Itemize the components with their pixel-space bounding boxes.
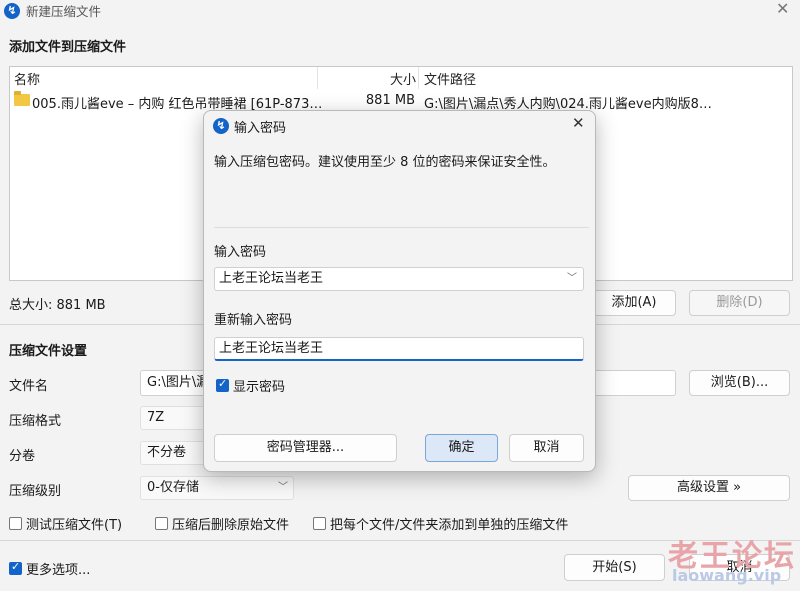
divider	[214, 227, 589, 228]
column-divider	[317, 67, 318, 89]
test-archive-checkbox[interactable]	[9, 517, 22, 530]
volume-label: 分卷	[9, 449, 36, 464]
password-label: 输入密码	[214, 245, 267, 260]
level-select[interactable]: 0-仅存储 ﹀	[140, 476, 294, 500]
delete-button[interactable]: 删除(D)	[689, 290, 790, 316]
password-manager-button[interactable]: 密码管理器...	[214, 434, 397, 462]
dialog-cancel-button[interactable]: 取消	[509, 434, 584, 462]
show-password-label: 显示密码	[233, 380, 286, 395]
chevron-down-icon: ﹀	[278, 482, 288, 493]
more-options-checkbox[interactable]	[9, 560, 22, 575]
more-options-label: 更多选项...	[26, 563, 91, 578]
column-header-path[interactable]: 文件路径	[424, 69, 476, 88]
level-value: 0-仅存储	[147, 480, 199, 495]
app-logo-icon: ↯	[213, 118, 229, 134]
add-button[interactable]: 添加(A)	[592, 290, 676, 316]
password-dialog: ↯ 输入密码 ✕ 输入压缩包密码。建议使用至少 8 位的密码来保证安全性。 输入…	[203, 110, 596, 472]
folder-icon	[14, 91, 30, 106]
format-label: 压缩格式	[9, 414, 62, 429]
column-header-size[interactable]: 大小	[390, 69, 416, 88]
chevron-down-icon[interactable]: ﹀	[567, 268, 577, 290]
window-title: 新建压缩文件	[26, 4, 102, 19]
separate-archives-label: 把每个文件/文件夹添加到单独的压缩文件	[330, 518, 569, 533]
confirm-password-label: 重新输入密码	[214, 313, 293, 328]
format-select[interactable]: 7Z	[140, 406, 210, 430]
confirm-password-input[interactable]: 上老王论坛当老王	[214, 337, 584, 361]
delete-after-label: 压缩后删除原始文件	[172, 518, 290, 533]
add-section-title: 添加文件到压缩文件	[9, 40, 127, 55]
file-size: 881 MB	[365, 93, 415, 108]
close-icon[interactable]: ✕	[572, 114, 585, 132]
separate-archives-checkbox[interactable]	[313, 517, 326, 530]
ok-button[interactable]: 确定	[425, 434, 498, 462]
dialog-title: 输入密码	[234, 121, 287, 136]
column-divider	[418, 67, 419, 89]
table-row[interactable]: 005.雨儿酱eve – 内购 红色吊带睡裙 [61P-873… 881 MB …	[10, 91, 792, 112]
app-logo-icon: ↯	[4, 3, 20, 19]
close-icon[interactable]: ✕	[776, 0, 789, 18]
start-button[interactable]: 开始(S)	[564, 554, 665, 581]
dialog-hint: 输入压缩包密码。建议使用至少 8 位的密码来保证安全性。	[214, 155, 556, 170]
watermark-url: laowang.vip	[672, 566, 782, 585]
advanced-settings-button[interactable]: 高级设置 »	[628, 475, 790, 501]
password-input[interactable]: 上老王论坛当老王 ﹀	[214, 267, 584, 291]
browse-button[interactable]: 浏览(B)...	[689, 370, 790, 396]
total-size: 总大小: 881 MB	[9, 298, 106, 313]
test-archive-label: 测试压缩文件(T)	[26, 518, 123, 533]
volume-select[interactable]: 不分卷	[140, 441, 210, 465]
password-value: 上老王论坛当老王	[219, 271, 324, 286]
show-password-checkbox[interactable]	[216, 377, 229, 392]
delete-after-checkbox[interactable]	[155, 517, 168, 530]
level-label: 压缩级别	[9, 484, 62, 499]
settings-title: 压缩文件设置	[9, 344, 88, 359]
filename-label: 文件名	[9, 379, 49, 394]
column-header-name[interactable]: 名称	[14, 69, 40, 88]
title-bar: ↯ 新建压缩文件 ✕	[0, 0, 800, 28]
